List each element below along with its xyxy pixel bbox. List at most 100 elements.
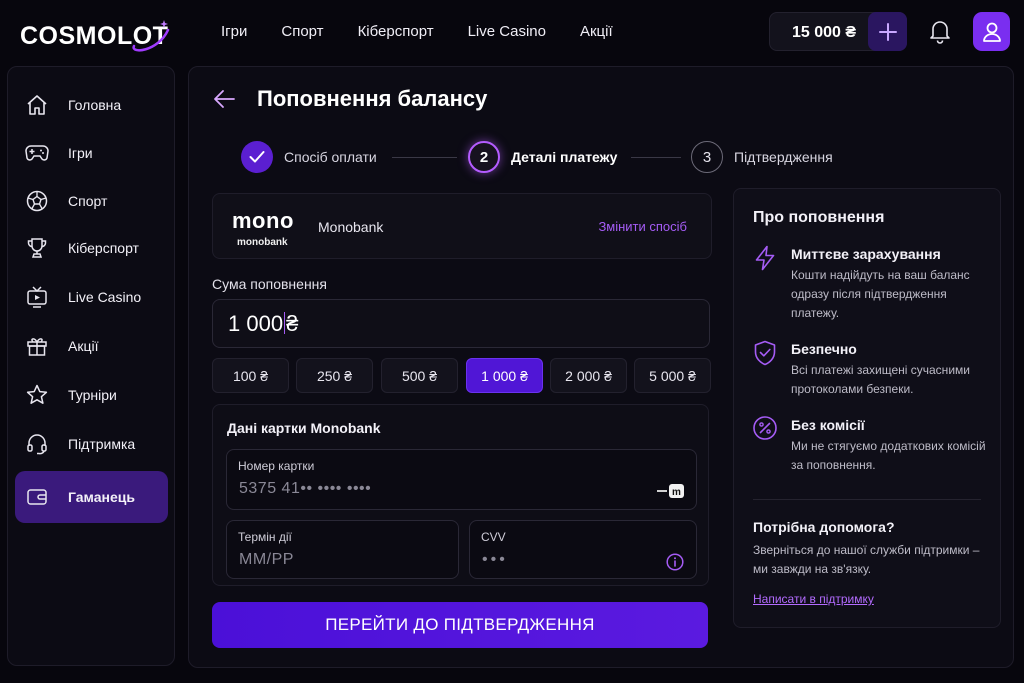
expiry-field[interactable]: Термін дії ММ/РР <box>226 520 459 579</box>
headset-icon <box>27 434 47 455</box>
gamepad-icon <box>25 145 49 161</box>
back-arrow-icon[interactable] <box>212 88 236 110</box>
feature-desc: Всі платежі захищені сучасними протокола… <box>791 363 970 396</box>
card-details-title: Дані картки Monobank <box>227 420 381 436</box>
profile-button[interactable] <box>973 12 1010 51</box>
change-method-link[interactable]: Змінити спосіб <box>598 219 687 234</box>
amount-preset-100[interactable]: 100 ₴ <box>212 358 289 393</box>
sidebar-item-label: Акції <box>68 338 99 354</box>
sidebar-item-tournaments[interactable]: Турніри <box>15 370 168 420</box>
sidebar-item-support[interactable]: Підтримка <box>15 419 168 469</box>
amount-preset-1000[interactable]: 1 000 ₴ <box>466 358 543 393</box>
info-icon[interactable] <box>666 553 684 571</box>
nav-esports[interactable]: Кіберспорт <box>358 23 434 40</box>
page-title: Поповнення балансу <box>257 86 488 111</box>
balance-widget[interactable]: 15 000 ₴ <box>769 12 907 51</box>
step-2-label: Деталі платежу <box>511 149 618 165</box>
top-nav: Ігри Спорт Кіберспорт Live Casino Акції <box>221 0 647 62</box>
feature-desc: Кошти надійдуть на ваш баланс одразу піс… <box>791 268 970 320</box>
percent-icon <box>753 416 777 440</box>
step-connector <box>631 157 681 158</box>
proceed-to-confirmation-button[interactable]: ПЕРЕЙТИ ДО ПІДТВЕРДЖЕННЯ <box>212 602 708 648</box>
expiry-label: Термін дії <box>238 530 292 544</box>
svg-text:m: m <box>672 487 681 498</box>
payment-method-card: mono monobank Monobank Змінити спосіб <box>212 193 712 259</box>
nav-live-casino[interactable]: Live Casino <box>468 23 546 40</box>
amount-value: 1 000 <box>228 311 284 336</box>
bell-icon[interactable] <box>928 18 952 44</box>
feature-title: Миттєве зарахування <box>791 246 941 262</box>
step-2-current: 2 <box>468 141 500 173</box>
card-details-section: Дані картки Monobank Номер картки 5375 4… <box>212 404 709 586</box>
sidebar-item-label: Підтримка <box>68 436 136 452</box>
nav-sport[interactable]: Спорт <box>281 23 323 40</box>
feature-desc: Ми не стягуємо додаткових комісій за поп… <box>791 439 986 472</box>
sidebar-item-label: Спорт <box>68 193 108 209</box>
user-icon <box>982 22 1001 42</box>
step-3-pending: 3 <box>691 141 723 173</box>
sidebar-item-home[interactable]: Головна <box>15 80 168 130</box>
sidebar-item-label: Кіберспорт <box>68 240 139 256</box>
monobank-m-icon: m <box>657 483 685 499</box>
cosmolot-logo[interactable]: COSMOLOT <box>20 14 170 58</box>
lightning-icon <box>755 245 775 271</box>
contact-support-link[interactable]: Написати в підтримку <box>753 592 874 606</box>
card-number-field[interactable]: Номер картки 5375 41•• •••• •••• m <box>226 449 697 510</box>
card-number-label: Номер картки <box>238 459 315 473</box>
check-icon <box>249 151 265 163</box>
cvv-value: ••• <box>482 551 508 568</box>
sidebar-item-label: Турніри <box>68 387 117 403</box>
feature-title: Без комісії <box>791 417 865 433</box>
shield-check-icon <box>754 340 776 366</box>
home-icon <box>27 95 47 115</box>
text-caret <box>284 312 286 334</box>
step-connector <box>392 157 457 158</box>
sidebar-item-label: Live Casino <box>68 289 142 305</box>
sidebar-item-games[interactable]: Ігри <box>15 128 168 178</box>
sidebar-item-promotions[interactable]: Акції <box>15 321 168 371</box>
divider <box>753 499 981 500</box>
feature-title: Безпечно <box>791 341 857 357</box>
star-icon <box>26 384 48 404</box>
ball-icon <box>26 190 48 212</box>
cvv-label: CVV <box>481 530 506 544</box>
cvv-field[interactable]: CVV ••• <box>469 520 697 579</box>
monobank-logo-sub: monobank <box>237 237 288 248</box>
sidebar-item-sport[interactable]: Спорт <box>15 176 168 226</box>
sidebar-item-label: Головна <box>68 97 122 113</box>
monobank-logo: mono <box>232 208 294 233</box>
amount-preset-500[interactable]: 500 ₴ <box>381 358 458 393</box>
balance-value: 15 000 ₴ <box>792 24 857 41</box>
tv-icon <box>27 286 47 308</box>
gift-icon <box>27 338 47 356</box>
step-1-done <box>241 141 273 173</box>
amount-preset-2000[interactable]: 2 000 ₴ <box>550 358 627 393</box>
amount-preset-5000[interactable]: 5 000 ₴ <box>634 358 711 393</box>
expiry-placeholder: ММ/РР <box>239 551 294 568</box>
step-3-label: Підтвердження <box>734 149 833 165</box>
trophy-icon <box>27 238 47 258</box>
deposit-plus-button[interactable] <box>868 12 907 51</box>
info-title: Про поповнення <box>753 209 885 226</box>
sidebar-item-wallet[interactable]: Гаманець <box>15 471 168 523</box>
amount-currency: ₴ <box>286 311 299 336</box>
sidebar: Головна Ігри Спорт Кіберспорт Live Casin… <box>7 66 175 666</box>
step-1-label: Спосіб оплати <box>284 149 377 165</box>
sidebar-item-label: Ігри <box>68 145 93 161</box>
bank-name: Monobank <box>318 219 384 235</box>
nav-promotions[interactable]: Акції <box>580 23 613 40</box>
deposit-info-panel: Про поповнення Миттєве зарахування Кошти… <box>733 188 1001 628</box>
plus-icon <box>878 22 897 41</box>
sidebar-item-esports[interactable]: Кіберспорт <box>15 223 168 273</box>
amount-preset-250[interactable]: 250 ₴ <box>296 358 373 393</box>
amount-label: Сума поповнення <box>212 276 327 292</box>
help-desc: Зверніться до нашої служби підтримки – м… <box>753 543 980 576</box>
amount-input[interactable]: 1 000 ₴ <box>212 299 710 348</box>
wallet-icon <box>27 489 47 505</box>
sidebar-item-label: Гаманець <box>68 489 135 505</box>
card-number-value: 5375 41•• •••• •••• <box>239 480 372 497</box>
logo-planet-ring-icon <box>132 20 170 52</box>
help-title: Потрібна допомога? <box>753 519 895 535</box>
nav-games[interactable]: Ігри <box>221 23 247 40</box>
sidebar-item-live-casino[interactable]: Live Casino <box>15 272 168 322</box>
